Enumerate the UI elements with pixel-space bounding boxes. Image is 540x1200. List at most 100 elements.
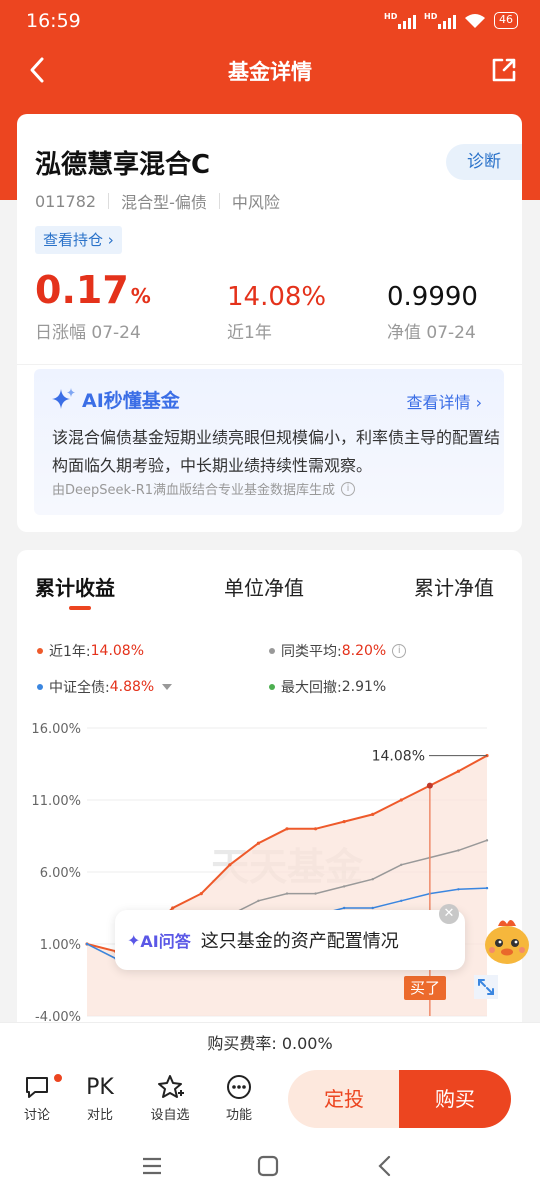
active-tab-indicator [69,606,91,610]
signal-icon: HD [424,12,456,29]
status-bar: 16:59 HD HD 46 [0,0,540,46]
data-point [457,849,460,852]
home-icon[interactable] [257,1155,279,1177]
bottom-action-bar: 讨论 PK 对比 设自选 功能 定投 购买 [0,1064,540,1136]
chat-bubble-icon [26,1077,48,1098]
signal-icon: HD [384,12,416,29]
legend-index[interactable]: 中证全债: 4.88% [37,677,173,697]
legend-dot [37,684,43,690]
y-tick-label: 1.00% [40,938,81,953]
divider [17,364,522,365]
data-point [485,886,489,890]
divider [108,193,110,209]
performance-chart-card: 累计收益 单位净值 累计净值 近1年: 14.08% 同类平均: 8.20% i 中证… [17,550,522,1050]
tab-cumulative-return[interactable]: 累计收益 [35,572,115,601]
view-holdings-button[interactable]: 查看持仓 › [35,226,122,254]
legend-max-drawdown: 最大回撤: 2.91% [269,677,386,697]
data-point [342,820,346,824]
close-icon[interactable]: ✕ [439,904,459,924]
data-point [457,888,460,891]
data-point [314,892,317,895]
compare-label: 对比 [86,1108,113,1123]
ai-ask-bubble[interactable]: ✦ AI问答 这只基金的资产配置情况 ✕ [115,904,465,970]
ai-ask-question: 这只基金的资产配置情况 [200,931,399,952]
data-point [399,798,403,802]
sparkle-icon [52,388,75,409]
daily-change-label: 日涨幅 07-24 [35,323,141,343]
data-point [456,769,461,773]
page-title: 基金详情 [228,60,312,84]
y-tick-label: 11.00% [31,794,81,809]
daily-change-value: 0.17 [35,268,129,312]
ai-summary-box[interactable]: AI秒懂基金 查看详情 › 该混合偏债基金短期业绩亮眼但规模偏小，利率债主导的配… [34,369,504,515]
discuss-label: 讨论 [23,1108,50,1123]
data-point [371,906,374,910]
data-point [342,906,346,910]
fund-code: 011782 [35,191,97,211]
fund-meta: 011782 混合型-偏债 中风险 [35,189,280,213]
functions-button[interactable]: 功能 [214,1070,264,1123]
add-watchlist-button[interactable]: 设自选 [145,1070,195,1123]
data-point [313,827,318,831]
return-chart[interactable]: 16.00%11.00%6.00%1.00%-4.00%天天基金14.08% [17,710,522,1030]
tab-cumulative-nav[interactable]: 累计净值 [414,572,494,601]
legend-dot [37,648,43,654]
daily-change-stat: 0.17% 日涨幅 07-24 [35,268,151,343]
legend-dot [269,684,275,690]
data-point [256,841,261,845]
view-holdings-label: 查看持仓 [43,231,104,249]
data-point [285,827,289,831]
discuss-button[interactable]: 讨论 [12,1070,64,1123]
ai-summary-footer: 由DeepSeek-R1满血版结合专业基金数据库生成 i [52,479,356,498]
buy-marker-point [426,782,433,789]
mascot-icon[interactable] [478,912,536,970]
wifi-icon [465,13,485,28]
year-return-value: 14.08% [227,282,327,312]
star-plus-icon [158,1075,184,1098]
diagnose-button[interactable]: 诊断 [446,144,522,180]
status-icons: HD HD 46 [384,12,518,29]
system-navigation-bar [0,1136,540,1200]
legend-dot [269,648,275,654]
fund-name: 泓德慧享混合C [35,150,211,180]
info-icon[interactable]: i [341,481,356,496]
y-tick-label: 6.00% [40,866,81,881]
ai-ask-tag: ✦ AI问答 [127,930,191,952]
chart-tabs: 累计收益 单位净值 累计净值 [17,572,522,612]
bought-marker-tag: 买了 [404,976,446,1000]
nav-value: 0.9990 [387,282,478,312]
chevron-right-icon: › [475,393,482,412]
divider [218,193,220,209]
ai-summary-title: AI秒懂基金 [50,385,180,413]
legend-fund: 近1年: 14.08% [37,641,144,661]
data-point [228,863,232,867]
y-tick-label: 16.00% [31,722,81,737]
compare-button[interactable]: PK 对比 [75,1070,125,1124]
expand-icon[interactable] [474,975,498,999]
chevron-right-icon: › [107,231,114,249]
status-time: 16:59 [26,10,81,32]
ai-summary-text: 该混合偏债基金短期业绩亮眼但规模偏小，利率债主导的配置结构面临久期考验，中长期业… [52,428,501,475]
data-point [371,812,375,816]
data-point [400,899,403,902]
buy-button[interactable]: 购买 [399,1070,511,1128]
functions-label: 功能 [225,1108,252,1123]
info-icon[interactable]: i [392,644,407,658]
data-point [85,942,89,946]
purchase-fee-bar: 购买费率: 0.00% [0,1022,540,1064]
end-label: 14.08% [372,749,425,765]
daily-change-unit: % [130,284,151,308]
tab-unit-nav[interactable]: 单位净值 [224,572,304,601]
year-return-stat: 14.08% 近1年 [227,272,326,343]
nav-label: 净值 07-24 [387,323,476,343]
ai-summary-more-link[interactable]: 查看详情 › [406,389,482,413]
data-point [400,863,403,866]
legend-peer-average: 同类平均: 8.20% i [269,641,407,661]
battery-icon: 46 [494,12,518,29]
menu-icon[interactable] [141,1156,163,1176]
back-icon[interactable] [376,1155,394,1177]
share-icon[interactable] [490,56,518,84]
sip-button[interactable]: 定投 [288,1070,400,1128]
data-point [257,899,260,902]
data-point [285,892,289,895]
